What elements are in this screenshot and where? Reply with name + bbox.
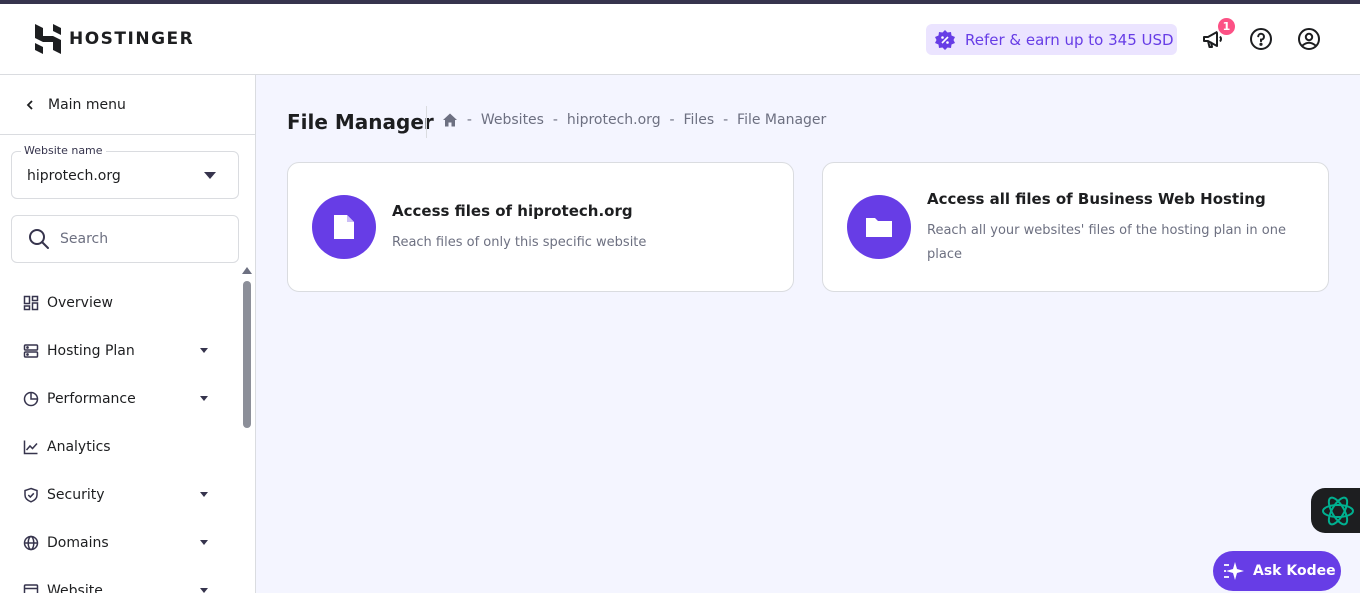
breadcrumb-separator: - bbox=[543, 112, 567, 128]
file-icon bbox=[334, 215, 354, 239]
sidebar-item-security[interactable]: Security bbox=[0, 471, 240, 519]
kodee-floating-button[interactable] bbox=[1311, 488, 1360, 533]
caret-down-icon bbox=[200, 396, 208, 401]
card-title: Access files of hiprotech.org bbox=[392, 202, 633, 220]
sidebar-item-label: Website bbox=[47, 583, 103, 593]
top-header: HOSTINGER Refer & earn up to 345 USD 1 bbox=[0, 4, 1360, 75]
help-button[interactable] bbox=[1248, 26, 1274, 52]
hostinger-logo-icon bbox=[35, 24, 61, 54]
analytics-icon bbox=[23, 439, 39, 455]
sidebar-item-label: Domains bbox=[47, 535, 109, 551]
sidebar-item-analytics[interactable]: Analytics bbox=[0, 423, 240, 471]
breadcrumb-separator: - bbox=[458, 112, 481, 128]
breadcrumb: - Websites - hiprotech.org - Files - Fil… bbox=[442, 112, 826, 128]
sparkle-icon bbox=[1224, 562, 1244, 580]
scrollbar-thumb[interactable] bbox=[243, 281, 251, 428]
access-website-files-card[interactable]: Access files of hiprotech.org Reach file… bbox=[287, 162, 794, 292]
sidebar-item-overview[interactable]: Overview bbox=[0, 279, 240, 327]
ask-kodee-button[interactable]: Ask Kodee bbox=[1213, 551, 1341, 591]
breadcrumb-separator: - bbox=[714, 112, 738, 128]
card-icon-circle bbox=[312, 195, 376, 259]
caret-down-icon bbox=[200, 540, 208, 545]
hostinger-logo[interactable]: HOSTINGER bbox=[35, 24, 194, 54]
atom-icon bbox=[1322, 496, 1354, 525]
sidebar-item-hosting-plan[interactable]: Hosting Plan bbox=[0, 327, 240, 375]
discount-badge-icon bbox=[935, 29, 955, 50]
sidebar-item-label: Overview bbox=[47, 295, 113, 311]
breadcrumb-separator: - bbox=[660, 112, 684, 128]
search-input[interactable] bbox=[60, 231, 220, 247]
access-all-files-card[interactable]: Access all files of Business Web Hosting… bbox=[822, 162, 1329, 292]
card-icon-circle bbox=[847, 195, 911, 259]
logo-text: HOSTINGER bbox=[69, 29, 195, 49]
sidebar-search bbox=[11, 215, 239, 263]
breadcrumb-websites[interactable]: Websites bbox=[481, 112, 544, 128]
sidebar: Main menu Website name hiprotech.org Ove… bbox=[0, 75, 256, 593]
title-divider bbox=[426, 106, 427, 138]
website-select-legend: Website name bbox=[21, 144, 106, 157]
server-icon bbox=[23, 343, 39, 359]
sidebar-item-label: Analytics bbox=[47, 439, 111, 455]
website-select-value: hiprotech.org bbox=[27, 168, 121, 184]
website-select[interactable]: Website name hiprotech.org bbox=[11, 144, 239, 199]
card-description: Reach all your websites' files of the ho… bbox=[927, 223, 1286, 262]
help-icon bbox=[1250, 28, 1272, 50]
breadcrumb-files[interactable]: Files bbox=[683, 112, 714, 128]
breadcrumb-domain[interactable]: hiprotech.org bbox=[567, 112, 661, 128]
home-icon[interactable] bbox=[442, 112, 458, 128]
overview-icon bbox=[23, 295, 39, 311]
sidebar-item-label: Security bbox=[47, 487, 105, 503]
browser-icon bbox=[23, 583, 39, 593]
caret-down-icon bbox=[204, 172, 216, 179]
breadcrumb-file-manager: File Manager bbox=[737, 112, 827, 128]
ask-kodee-label: Ask Kodee bbox=[1253, 563, 1336, 579]
chevron-left-icon bbox=[26, 99, 33, 110]
search-icon bbox=[29, 229, 49, 249]
sidebar-item-website[interactable]: Website bbox=[0, 567, 240, 593]
caret-down-icon bbox=[200, 348, 208, 353]
main-menu-link[interactable]: Main menu bbox=[0, 75, 255, 135]
main-menu-label: Main menu bbox=[48, 96, 126, 113]
pie-chart-icon bbox=[23, 391, 39, 407]
sidebar-nav: Overview Hosting Plan Performance Analyt… bbox=[0, 279, 240, 593]
page-title: File Manager bbox=[287, 110, 434, 134]
notification-badge: 1 bbox=[1216, 16, 1237, 37]
refer-earn-button[interactable]: Refer & earn up to 345 USD bbox=[926, 24, 1177, 55]
sidebar-item-performance[interactable]: Performance bbox=[0, 375, 240, 423]
shield-icon bbox=[23, 487, 39, 503]
folder-icon bbox=[866, 218, 892, 237]
refer-label: Refer & earn up to 345 USD bbox=[965, 30, 1174, 49]
user-account-icon bbox=[1298, 28, 1320, 50]
scroll-up-arrow[interactable] bbox=[242, 267, 252, 274]
account-button[interactable] bbox=[1296, 26, 1322, 52]
sidebar-item-domains[interactable]: Domains bbox=[0, 519, 240, 567]
sidebar-item-label: Performance bbox=[47, 391, 136, 407]
sidebar-item-label: Hosting Plan bbox=[47, 343, 135, 359]
caret-down-icon bbox=[200, 492, 208, 497]
card-description: Reach files of only this specific websit… bbox=[392, 235, 647, 250]
card-title: Access all files of Business Web Hosting bbox=[927, 190, 1266, 208]
caret-down-icon bbox=[200, 588, 208, 593]
globe-icon bbox=[23, 535, 39, 551]
